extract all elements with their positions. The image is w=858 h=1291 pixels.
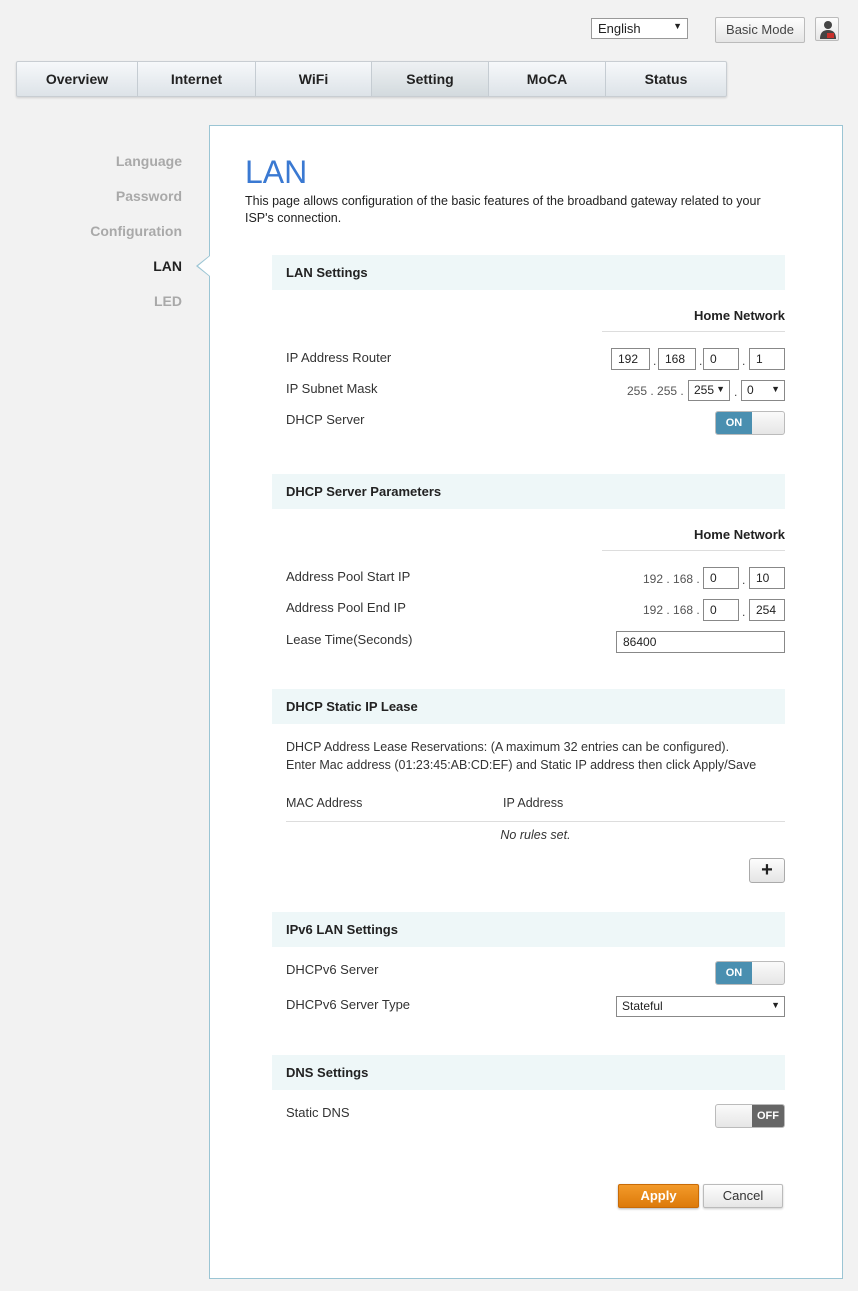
tab-overview[interactable]: Overview [17, 62, 138, 96]
apply-button[interactable]: Apply [618, 1184, 699, 1208]
sidebar-item-led[interactable]: LED [0, 290, 182, 325]
sidebar-item-language[interactable]: Language [0, 150, 182, 185]
language-value: English [598, 21, 641, 36]
pool-end-label: Address Pool End IP [286, 600, 406, 615]
pool-start-octet-3[interactable]: 0 [703, 567, 739, 589]
pool-end-octet-4[interactable]: 254 [749, 599, 785, 621]
static-dns-label: Static DNS [286, 1105, 350, 1120]
chevron-down-icon: ▼ [771, 1000, 780, 1010]
sidebar-item-lan[interactable]: LAN [0, 255, 182, 290]
language-select[interactable]: English ▼ [591, 18, 688, 39]
pool-start-fixed: 192 . 168 . [643, 572, 700, 586]
active-pointer-fill [198, 256, 210, 276]
subnet-fixed: 255 . 255 . [627, 384, 684, 398]
dhcp-server-toggle[interactable]: ON [715, 411, 785, 435]
section-ipv6: IPv6 LAN Settings [272, 912, 785, 947]
dhcpv6-type-value: Stateful [622, 999, 663, 1013]
section-dhcp-params: DHCP Server Parameters [272, 474, 785, 509]
main-tabs: Overview Internet WiFi Setting MoCA Stat… [16, 61, 727, 97]
toggle-off-label: OFF [752, 1105, 784, 1127]
sidebar-item-configuration[interactable]: Configuration [0, 220, 182, 255]
ip-router-octet-4[interactable]: 1 [749, 348, 785, 370]
ip-router-label: IP Address Router [286, 350, 392, 365]
basic-mode-button[interactable]: Basic Mode [715, 17, 805, 43]
subnet-octet-3-value: 255 [694, 383, 715, 397]
dot-separator: . [653, 354, 657, 368]
user-button[interactable] [815, 17, 839, 41]
dhcpv6-server-toggle[interactable]: ON [715, 961, 785, 985]
dot-separator: . [734, 385, 738, 399]
column-home-network: Home Network [602, 308, 785, 332]
page-title: LAN [245, 154, 308, 190]
tab-moca[interactable]: MoCA [489, 62, 606, 96]
column-home-network: Home Network [602, 527, 785, 551]
dhcp-server-label: DHCP Server [286, 412, 365, 427]
dhcpv6-type-select[interactable]: Stateful ▼ [616, 996, 785, 1017]
tab-status[interactable]: Status [606, 62, 726, 96]
section-lan-settings: LAN Settings [272, 255, 785, 290]
cancel-button[interactable]: Cancel [703, 1184, 783, 1208]
lease-time-input[interactable]: 86400 [616, 631, 785, 653]
dot-separator: . [742, 605, 746, 619]
subnet-label: IP Subnet Mask [286, 381, 378, 396]
add-rule-button[interactable]: + [749, 858, 785, 883]
chevron-down-icon: ▼ [673, 21, 682, 31]
column-mac-address: MAC Address [286, 796, 363, 810]
dot-separator: . [699, 354, 703, 368]
dhcpv6-type-label: DHCPv6 Server Type [286, 997, 411, 1012]
static-lease-info-line-2: Enter Mac address (01:23:45:AB:CD:EF) an… [286, 758, 757, 772]
toggle-on-label: ON [716, 412, 752, 434]
dot-separator: . [742, 573, 746, 587]
static-lease-info-line-1: DHCP Address Lease Reservations: (A maxi… [286, 740, 730, 754]
sidebar: Language Password Configuration LAN LED [0, 150, 182, 325]
sidebar-item-password[interactable]: Password [0, 185, 182, 220]
pool-end-fixed: 192 . 168 . [643, 603, 700, 617]
toggle-on-label: ON [716, 962, 752, 984]
static-dns-toggle[interactable]: OFF [715, 1104, 785, 1128]
subnet-octet-4-select[interactable]: 0 ▼ [741, 380, 785, 401]
static-lease-info: DHCP Address Lease Reservations: (A maxi… [286, 738, 756, 774]
section-dns: DNS Settings [272, 1055, 785, 1090]
dhcpv6-server-label: DHCPv6 Server [286, 962, 379, 977]
column-ip-address: IP Address [503, 796, 564, 810]
lease-time-label: Lease Time(Seconds) [286, 632, 413, 647]
page-description: This page allows configuration of the ba… [245, 194, 761, 225]
pool-start-octet-4[interactable]: 10 [749, 567, 785, 589]
pool-end-octet-3[interactable]: 0 [703, 599, 739, 621]
section-static-lease: DHCP Static IP Lease [272, 689, 785, 724]
tab-wifi[interactable]: WiFi [256, 62, 372, 96]
ip-router-octet-2[interactable]: 168 [658, 348, 696, 370]
tab-internet[interactable]: Internet [138, 62, 256, 96]
subnet-octet-3-select[interactable]: 255 ▼ [688, 380, 730, 401]
dot-separator: . [742, 354, 746, 368]
subnet-octet-4-value: 0 [747, 383, 754, 397]
table-divider [286, 821, 785, 822]
pool-start-label: Address Pool Start IP [286, 569, 411, 584]
empty-rules-message: No rules set. [500, 828, 571, 842]
user-admin-icon [820, 21, 836, 39]
chevron-down-icon: ▼ [771, 384, 780, 394]
ip-router-octet-1[interactable]: 192 [611, 348, 650, 370]
chevron-down-icon: ▼ [716, 384, 725, 394]
tab-setting[interactable]: Setting [372, 62, 489, 96]
ip-router-octet-3[interactable]: 0 [703, 348, 739, 370]
